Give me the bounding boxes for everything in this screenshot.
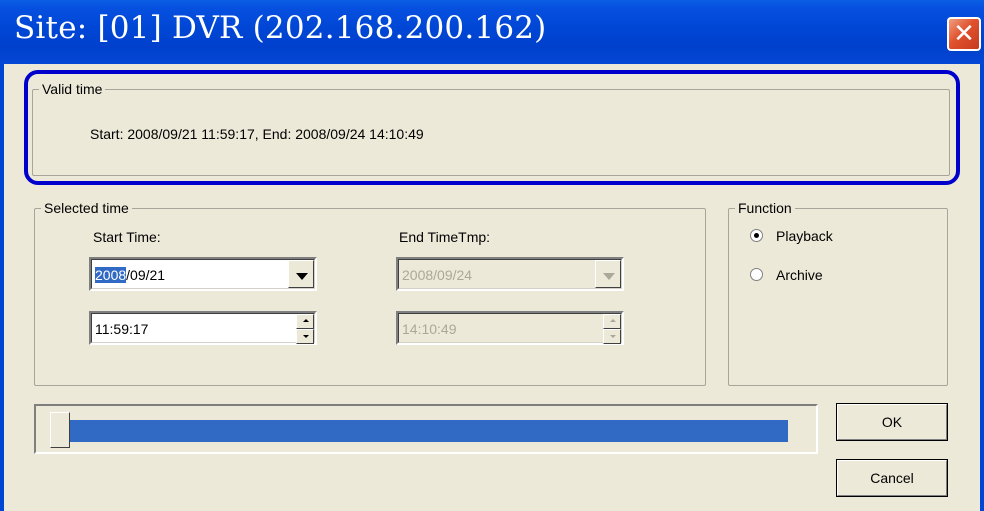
window-title: Site: [01] DVR (202.168.200.162)	[14, 10, 547, 46]
end-time-spinner: 14:10:49	[396, 311, 624, 345]
end-time-value: 14:10:49	[402, 321, 457, 337]
arrow-down-icon	[303, 335, 309, 338]
slider-thumb[interactable]	[50, 412, 70, 448]
radio-selected-dot	[754, 233, 759, 238]
start-time-spin-buttons[interactable]	[296, 314, 314, 344]
function-legend: Function	[735, 200, 795, 216]
end-time-spin-buttons	[603, 314, 621, 344]
window-border-right	[980, 64, 984, 511]
chevron-down-icon	[296, 273, 308, 280]
spin-up-button[interactable]	[296, 314, 314, 329]
time-range-slider[interactable]	[34, 404, 818, 454]
chevron-down-icon	[603, 273, 615, 280]
dialog-window: Site: [01] DVR (202.168.200.162) ✕ Valid…	[0, 0, 984, 511]
start-date-picker[interactable]: 2008/09/21	[89, 257, 317, 291]
arrow-down-icon	[610, 335, 616, 338]
window-border-left	[0, 64, 4, 511]
end-date-dropdown-button	[595, 260, 621, 288]
start-time-label: Start Time:	[93, 229, 161, 245]
start-time-value: 11:59:17	[95, 321, 149, 337]
archive-radio[interactable]	[750, 268, 763, 281]
ok-button[interactable]: OK	[836, 403, 948, 441]
end-date-picker: 2008/09/24	[396, 257, 624, 291]
spin-down-button[interactable]	[296, 329, 314, 344]
end-date-value: 2008/09/24	[402, 267, 473, 283]
start-date-dropdown-button[interactable]	[288, 260, 314, 288]
title-bar[interactable]: Site: [01] DVR (202.168.200.162) ✕	[0, 0, 984, 64]
selected-time-legend: Selected time	[41, 200, 132, 216]
spin-up-button	[603, 314, 621, 329]
arrow-up-icon	[610, 319, 616, 322]
annotation-highlight-box	[24, 70, 960, 185]
start-time-spinner[interactable]: 11:59:17	[89, 311, 317, 345]
start-date-value: 2008/09/21	[95, 267, 165, 283]
playback-radio[interactable]	[750, 229, 763, 242]
arrow-up-icon	[303, 319, 309, 322]
end-time-label: End TimeTmp:	[399, 229, 491, 245]
archive-radio-label[interactable]: Archive	[776, 267, 823, 283]
ok-button-label: OK	[837, 404, 947, 440]
close-button[interactable]: ✕	[947, 17, 981, 51]
start-date-year-selected: 2008	[95, 267, 127, 283]
cancel-button[interactable]: Cancel	[836, 459, 948, 497]
cancel-button-label: Cancel	[837, 460, 947, 496]
slider-fill-bar	[60, 420, 788, 442]
playback-radio-label[interactable]: Playback	[776, 228, 833, 244]
spin-down-button	[603, 329, 621, 344]
close-icon: ✕	[953, 19, 975, 49]
start-date-rest: /09/21	[126, 267, 166, 283]
